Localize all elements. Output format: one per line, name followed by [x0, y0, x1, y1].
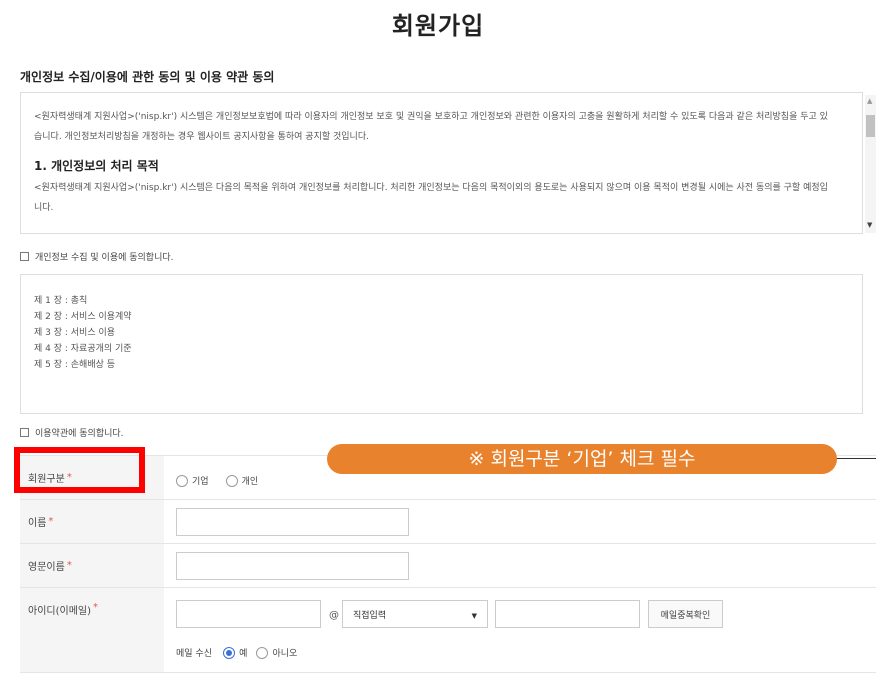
terms-chapter: 제 5 장 : 손해배상 등: [34, 360, 116, 370]
terms-agree-checkbox[interactable]: [20, 428, 29, 437]
terms-agree-label: 이용약관에 동의합니다.: [35, 429, 124, 439]
mail-subscribe-option-yes[interactable]: 예: [239, 649, 247, 659]
privacy-intro: <원자력생태계 지원사업>('nisp.kr') 시스템은 개인정보보호법에 따…: [34, 112, 828, 142]
eng-name-label: 영문이름 *: [20, 544, 164, 587]
terms-agree-row[interactable]: 이용약관에 동의합니다.: [20, 426, 124, 439]
email-label-text: 아이디(이메일): [28, 606, 92, 617]
email-domain-select[interactable]: 직접입력 ▼: [342, 600, 488, 628]
name-label-text: 이름: [28, 518, 47, 529]
notice-banner: ※ 회원구분 ‘기업’ 체크 필수: [327, 444, 837, 474]
mail-subscribe: 메일 수신 예 아니오: [176, 642, 309, 661]
name-label: 이름 *: [20, 500, 164, 543]
chevron-down-icon: ▼: [471, 612, 477, 620]
privacy-agree-row[interactable]: 개인정보 수집 및 이용에 동의합니다.: [20, 250, 174, 263]
name-input[interactable]: [176, 508, 409, 536]
privacy-agree-label: 개인정보 수집 및 이용에 동의합니다.: [35, 253, 174, 263]
mail-subscribe-radio-no[interactable]: [256, 646, 269, 659]
terms-chapter: 제 4 장 : 자료공개의 기준: [34, 344, 132, 354]
scroll-up-arrow-icon[interactable]: ▲: [867, 97, 872, 105]
name-row: 이름 *: [20, 499, 876, 543]
eng-name-label-text: 영문이름: [28, 562, 65, 573]
page-title: 회원가입: [391, 12, 485, 40]
terms-chapter: 제 3 장 : 서비스 이용: [34, 328, 116, 338]
mail-subscribe-option-no[interactable]: 아니오: [272, 649, 297, 659]
highlight-box: [14, 447, 145, 493]
email-duplicate-check-button[interactable]: 메일중복확인: [648, 600, 723, 628]
required-mark: *: [93, 602, 99, 613]
email-id-input[interactable]: [176, 600, 321, 628]
privacy-agree-checkbox[interactable]: [20, 252, 29, 261]
member-type-option-company[interactable]: 기업: [192, 477, 209, 487]
eng-name-input[interactable]: [176, 552, 409, 580]
eng-name-row: 영문이름 *: [20, 543, 876, 587]
signup-form: 회원구분 * 기업 개인 이름 * 영문이름 * 아이디(이메일) * @ 직접…: [20, 455, 876, 673]
member-type-option-individual[interactable]: 개인: [242, 477, 259, 487]
at-sign: @: [329, 610, 339, 621]
terms-chapter: 제 2 장 : 서비스 이용계약: [34, 312, 132, 322]
required-mark: *: [48, 516, 54, 527]
email-domain-input[interactable]: [495, 600, 640, 628]
mail-subscribe-label: 메일 수신: [176, 649, 212, 659]
privacy-section-title: 개인정보 수집/이용에 관한 동의 및 이용 약관 동의: [20, 70, 275, 84]
privacy-scrollbar[interactable]: ▲ ▼: [865, 95, 876, 233]
terms-box[interactable]: 제 1 장 : 총칙 제 2 장 : 서비스 이용계약 제 3 장 : 서비스 …: [20, 274, 863, 414]
email-domain-select-value: 직접입력: [353, 610, 387, 621]
required-mark: *: [66, 560, 72, 571]
privacy-heading: 1. 개인정보의 처리 목적: [34, 159, 159, 173]
privacy-policy-box[interactable]: <원자력생태계 지원사업>('nisp.kr') 시스템은 개인정보보호법에 따…: [20, 92, 863, 234]
email-label: 아이디(이메일) *: [20, 588, 164, 672]
mail-subscribe-radio-yes[interactable]: [223, 646, 236, 659]
terms-chapter: 제 1 장 : 총칙: [34, 296, 88, 306]
member-type-radio-company[interactable]: [176, 474, 188, 487]
email-row: 아이디(이메일) * @ 직접입력 ▼ 메일중복확인 메일 수신 예 아니오: [20, 587, 876, 673]
scroll-down-arrow-icon[interactable]: ▼: [867, 221, 872, 229]
member-type-radio-individual[interactable]: [225, 474, 238, 487]
scroll-thumb[interactable]: [866, 115, 875, 137]
privacy-body: <원자력생태계 지원사업>('nisp.kr') 시스템은 다음의 목적을 위하…: [34, 183, 828, 213]
